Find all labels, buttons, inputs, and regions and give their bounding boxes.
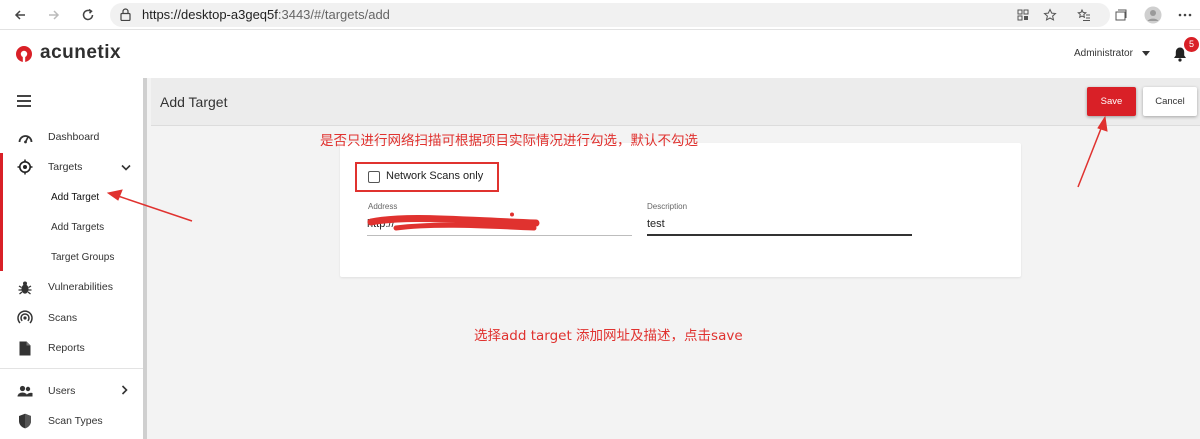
collections-icon[interactable] [1112, 6, 1130, 24]
description-underline [647, 234, 912, 236]
address-underline [367, 235, 632, 236]
acunetix-logo[interactable]: acunetix [14, 42, 121, 64]
sidebar-item-label: Scan Types [48, 415, 103, 427]
annotation-network-scan-note: 是否只进行网络扫描可根据项目实际情况进行勾选，默认不勾选 [320, 133, 698, 149]
app-header: acunetix Administrator 5 [0, 30, 1200, 78]
sidebar-item-targets[interactable]: Targets [0, 153, 143, 181]
sidebar-item-scans[interactable]: Scans [0, 304, 143, 332]
sidebar-item-scan-types[interactable]: Scan Types [0, 407, 143, 435]
sidebar-item-label: Add Target [51, 191, 100, 203]
dashboard-icon [17, 129, 33, 145]
sidebar-item-add-target[interactable]: Add Target [0, 183, 143, 211]
chevron-down-icon[interactable] [121, 158, 131, 176]
address-bar[interactable]: https://desktop-a3geq5f:3443/#/targets/a… [110, 3, 1110, 27]
sidebar-item-label: Targets [48, 161, 83, 173]
notification-badge: 5 [1184, 37, 1199, 52]
forward-icon[interactable] [43, 4, 65, 26]
annotation-add-target-note: 选择add target 添加网址及描述，点击save [474, 328, 743, 344]
page-title: Add Target [160, 94, 228, 110]
sidebar-item-vulnerabilities[interactable]: Vulnerabilities [0, 273, 143, 301]
url-host: https://desktop-a3geq5f [142, 7, 278, 22]
refresh-icon[interactable] [77, 4, 99, 26]
sidebar-item-label: Target Groups [51, 251, 115, 263]
report-icon [17, 340, 33, 356]
lock-icon [120, 8, 131, 26]
logo-text: acunetix [40, 42, 122, 63]
url-path: :3443/#/targets/add [277, 7, 390, 22]
address-label: Address [368, 202, 398, 211]
user-menu-caret-icon[interactable] [1142, 51, 1150, 56]
sidebar-item-label: Dashboard [48, 131, 100, 143]
sidebar: Dashboard Targets Add Target Add Targets… [0, 78, 147, 439]
back-icon[interactable] [9, 4, 31, 26]
description-input[interactable] [647, 216, 909, 232]
more-menu-icon[interactable] [1176, 6, 1194, 24]
favorites-list-icon[interactable] [1075, 6, 1093, 24]
sidebar-item-reports[interactable]: Reports [0, 334, 143, 362]
sidebar-item-dashboard[interactable]: Dashboard [0, 123, 143, 151]
hamburger-menu-icon[interactable] [17, 95, 31, 107]
save-button[interactable]: Save [1087, 87, 1136, 116]
user-menu[interactable]: Administrator [1074, 48, 1133, 59]
sidebar-item-label: Scans [48, 312, 78, 324]
url-text: https://desktop-a3geq5f:3443/#/targets/a… [142, 7, 390, 22]
favorite-star-icon[interactable] [1041, 6, 1059, 24]
arrow-to-save [1077, 115, 1108, 188]
target-icon [17, 159, 33, 175]
sidebar-item-target-groups[interactable]: Target Groups [0, 243, 143, 271]
chevron-right-icon[interactable] [121, 382, 128, 400]
network-scans-label[interactable]: Network Scans only [386, 170, 483, 182]
sidebar-item-users[interactable]: Users [0, 377, 143, 405]
radar-icon [17, 310, 33, 326]
page-header: Add Target Save Cancel [151, 78, 1200, 126]
logo-mark-icon [16, 46, 32, 62]
description-label: Description [647, 202, 688, 211]
browser-toolbar: https://desktop-a3geq5f:3443/#/targets/a… [0, 0, 1200, 30]
sidebar-item-label: Reports [48, 342, 85, 354]
shield-icon [17, 413, 33, 429]
read-aloud-icon[interactable] [1014, 6, 1032, 24]
network-scans-checkbox[interactable] [368, 171, 380, 183]
sidebar-item-label: Add Targets [51, 221, 105, 233]
users-icon [17, 383, 33, 399]
sidebar-item-add-targets[interactable]: Add Targets [0, 213, 143, 241]
sidebar-item-label: Users [48, 385, 76, 397]
sidebar-item-label: Vulnerabilities [48, 281, 113, 293]
bug-icon [17, 279, 33, 295]
sidebar-divider [0, 368, 143, 369]
profile-avatar-icon[interactable] [1144, 6, 1162, 24]
redaction-scribble [367, 212, 540, 231]
cancel-button[interactable]: Cancel [1143, 87, 1197, 116]
